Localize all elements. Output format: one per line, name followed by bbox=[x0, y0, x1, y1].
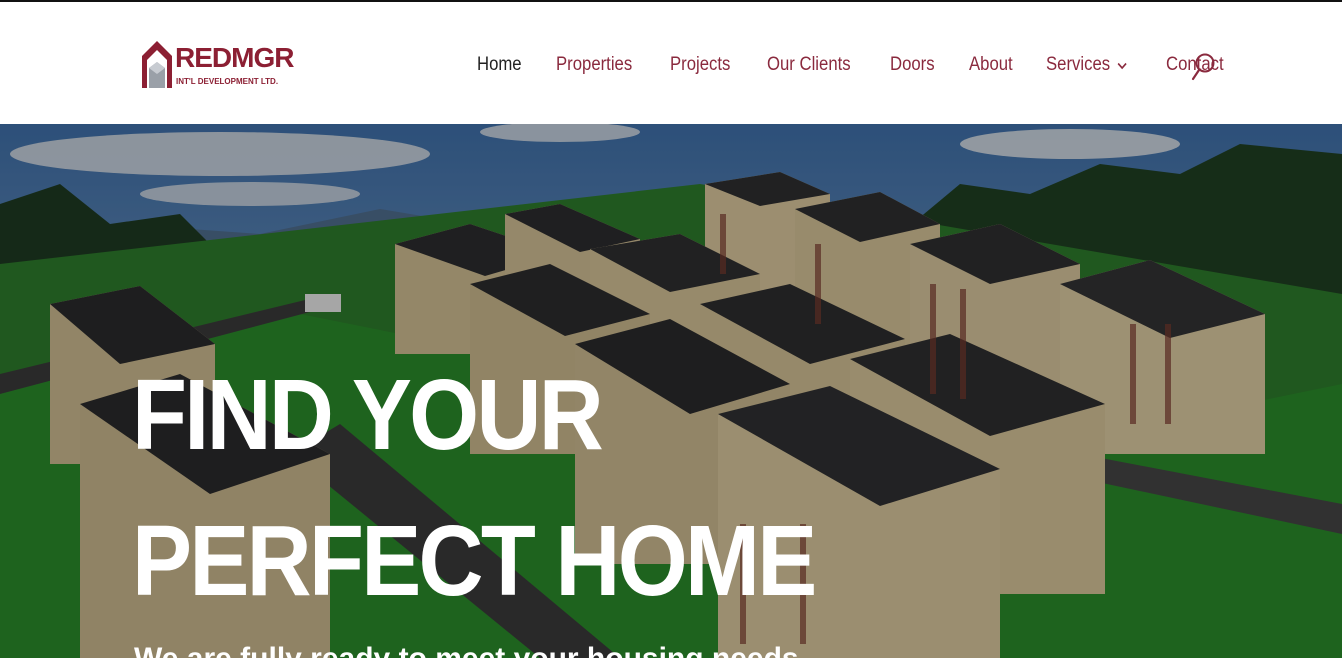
hero-section: FIND YOUR PERFECT HOME We are fully read… bbox=[0, 124, 1342, 658]
hero-headline: FIND YOUR PERFECT HOME bbox=[132, 342, 817, 634]
logo-wordmark: REDMGR bbox=[175, 42, 294, 73]
nav-services[interactable]: Services bbox=[1046, 54, 1127, 76]
nav-services-label: Services bbox=[1046, 54, 1111, 75]
logo-tagline: INT'L DEVELOPMENT LTD. bbox=[176, 77, 279, 86]
nav-home[interactable]: Home bbox=[477, 54, 522, 76]
nav-our-clients-label: Our Clients bbox=[766, 54, 851, 75]
search-icon[interactable] bbox=[1191, 52, 1217, 82]
house-logo-icon bbox=[142, 41, 172, 88]
site-header: REDMGR INT'L DEVELOPMENT LTD. Home Prope… bbox=[0, 2, 1342, 124]
hero-subtitle: We are fully ready to meet your housing … bbox=[134, 642, 799, 658]
nav-about-label: About bbox=[968, 54, 1013, 75]
chevron-down-icon bbox=[1117, 58, 1127, 73]
hero-headline-line-2: PERFECT HOME bbox=[132, 505, 817, 617]
nav-doors-label: Doors bbox=[889, 54, 935, 75]
nav-properties-label: Properties bbox=[555, 54, 632, 75]
site-logo[interactable]: REDMGR INT'L DEVELOPMENT LTD. bbox=[140, 38, 300, 94]
nav-projects[interactable]: Projects bbox=[670, 54, 730, 76]
nav-properties[interactable]: Properties bbox=[556, 54, 632, 76]
nav-doors[interactable]: Doors bbox=[890, 54, 935, 76]
nav-our-clients[interactable]: Our Clients bbox=[767, 54, 851, 76]
nav-about[interactable]: About bbox=[969, 54, 1013, 76]
nav-home-label: Home bbox=[477, 54, 522, 75]
main-nav: Home Properties Projects Our Clients Doo… bbox=[477, 50, 1260, 80]
hero-headline-line-1: FIND YOUR bbox=[132, 359, 604, 471]
nav-projects-label: Projects bbox=[670, 54, 731, 75]
